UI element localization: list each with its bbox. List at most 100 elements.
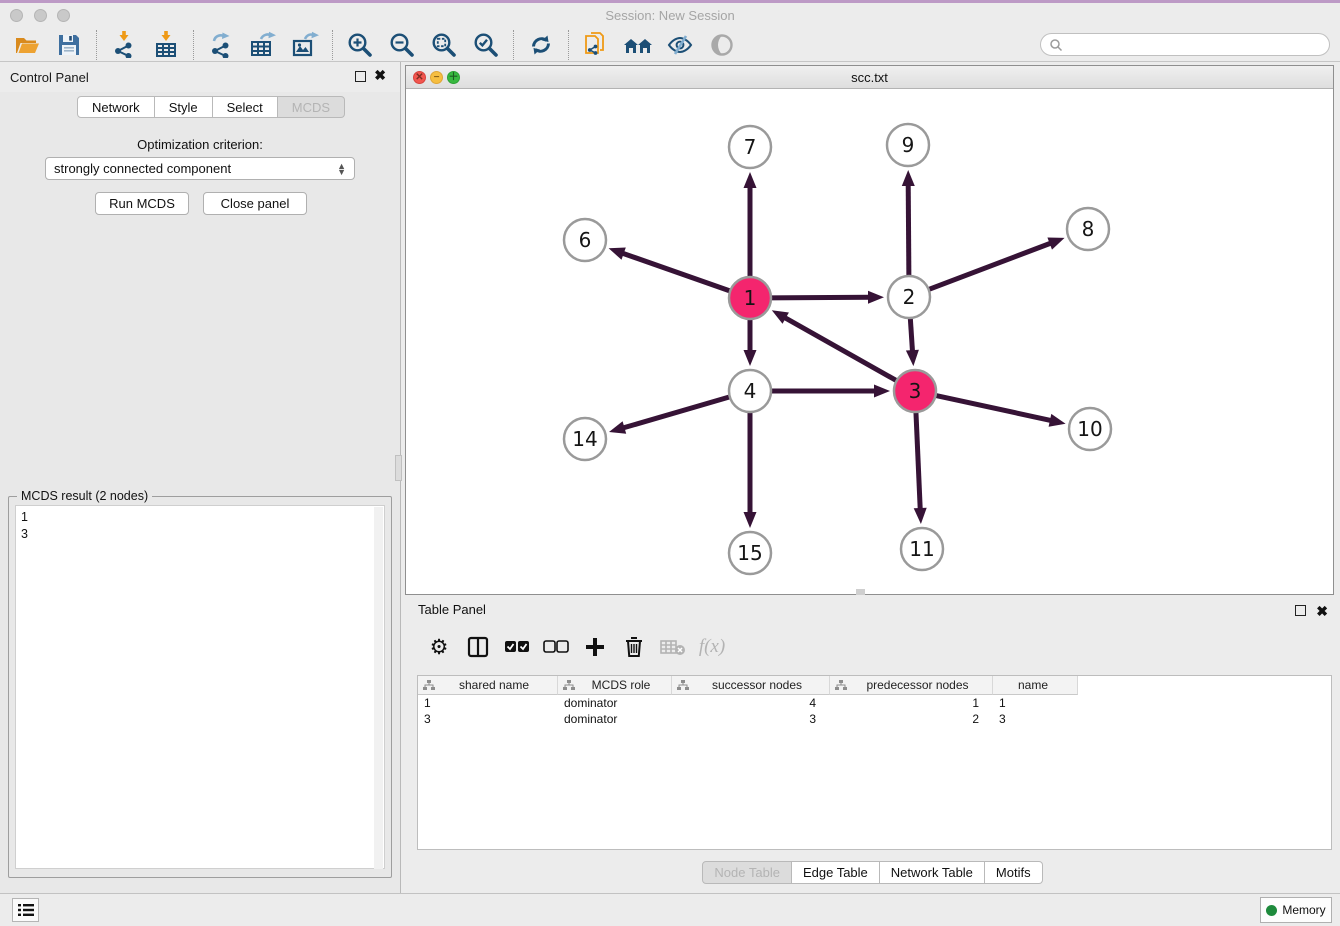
open-session-button[interactable] — [6, 29, 48, 61]
graph-node-7[interactable]: 7 — [729, 126, 771, 168]
graph-arrowhead — [609, 248, 626, 260]
close-panel-button[interactable]: Close panel — [203, 192, 307, 215]
table-row[interactable]: 1 dominator 4 1 1 — [418, 695, 1331, 711]
refresh-view-button[interactable] — [520, 29, 562, 61]
graph-node-8[interactable]: 8 — [1067, 208, 1109, 250]
export-network-button[interactable] — [200, 29, 242, 61]
unselect-all-columns-button[interactable] — [541, 632, 571, 662]
mcds-result-box[interactable]: 1 3 — [15, 505, 385, 869]
delete-table-button[interactable] — [658, 632, 688, 662]
select-stepper-icon: ▲▼ — [337, 163, 346, 175]
column-header-predecessor-nodes[interactable]: predecessor nodes — [830, 676, 993, 695]
graph-node-3[interactable]: 3 — [894, 370, 936, 412]
trash-icon — [624, 636, 644, 658]
graph-arrowhead — [744, 172, 757, 188]
control-panel-header: Control Panel ✖ — [0, 62, 400, 92]
tab-select[interactable]: Select — [213, 96, 278, 118]
hide-graphics-details-button[interactable] — [659, 29, 701, 61]
network-from-selection-button[interactable] — [575, 29, 617, 61]
graph-arrowhead — [609, 421, 626, 434]
function-builder-button[interactable]: f(x) — [697, 632, 727, 662]
panel-divider-handle[interactable] — [395, 455, 402, 481]
zoom-fit-button[interactable] — [423, 29, 465, 61]
hierarchy-icon — [835, 680, 847, 691]
column-header-shared-name[interactable]: shared name — [418, 676, 558, 695]
run-mcds-button[interactable]: Run MCDS — [95, 192, 189, 215]
app-titlebar: Session: New Session — [0, 3, 1340, 28]
graph-edge-2-9[interactable] — [908, 183, 909, 279]
export-table-icon — [249, 31, 277, 58]
session-home-button[interactable] — [617, 29, 659, 61]
tab-edge-table[interactable]: Edge Table — [792, 861, 880, 884]
graph-edge-1-6[interactable] — [621, 253, 733, 292]
show-log-button[interactable] — [12, 898, 39, 922]
table-settings-button[interactable]: ⚙ — [424, 632, 454, 662]
search-field[interactable] — [1040, 33, 1330, 56]
memory-button[interactable]: Memory — [1260, 897, 1332, 923]
graph-edge-1-2[interactable] — [768, 297, 871, 298]
graph-node-label: 3 — [909, 379, 922, 403]
graph-node-label: 1 — [744, 286, 757, 310]
import-network-button[interactable] — [103, 29, 145, 61]
export-image-icon — [291, 31, 319, 58]
graph-node-10[interactable]: 10 — [1069, 408, 1111, 450]
close-panel-icon[interactable]: ✖ — [374, 67, 386, 84]
show-columns-button[interactable] — [463, 632, 493, 662]
column-header-name[interactable]: name — [993, 676, 1078, 695]
graph-node-2[interactable]: 2 — [888, 276, 930, 318]
close-panel-icon[interactable]: ✖ — [1316, 603, 1328, 620]
column-header-mcds-role[interactable]: MCDS role — [558, 676, 672, 695]
graph-node-6[interactable]: 6 — [564, 219, 606, 261]
float-panel-icon[interactable] — [355, 70, 366, 85]
graph-node-11[interactable]: 11 — [901, 528, 943, 570]
level-of-detail-button[interactable] — [701, 29, 743, 61]
table-panel: Table Panel ✖ ⚙ f(x) shared name MCDS ro… — [405, 597, 1340, 891]
delete-column-button[interactable] — [619, 632, 649, 662]
gray-eye-icon — [709, 32, 735, 58]
column-header-successor-nodes[interactable]: successor nodes — [672, 676, 830, 695]
table-panel-window-icons: ✖ — [1295, 603, 1328, 620]
float-panel-icon[interactable] — [1295, 604, 1306, 619]
canvas-scroll-thumb[interactable] — [856, 589, 865, 595]
create-column-button[interactable] — [580, 632, 610, 662]
zoom-out-button[interactable] — [381, 29, 423, 61]
table-row[interactable]: 3 dominator 3 2 3 — [418, 711, 1331, 727]
save-session-button[interactable] — [48, 29, 90, 61]
graph-node-1[interactable]: 1 — [729, 277, 771, 319]
select-all-columns-button[interactable] — [502, 632, 532, 662]
hierarchy-icon — [677, 680, 689, 691]
export-image-button[interactable] — [284, 29, 326, 61]
columns-icon — [467, 636, 489, 658]
tab-style[interactable]: Style — [155, 96, 213, 118]
toolbar-separator — [568, 30, 569, 60]
export-table-button[interactable] — [242, 29, 284, 61]
import-table-button[interactable] — [145, 29, 187, 61]
graph-edge-3-1[interactable] — [783, 317, 899, 383]
zoom-selected-button[interactable] — [465, 29, 507, 61]
graph-arrowhead — [914, 508, 927, 524]
criterion-select[interactable]: strongly connected component ▲▼ — [45, 157, 355, 180]
search-input[interactable] — [1063, 35, 1329, 54]
graph-node-4[interactable]: 4 — [729, 370, 771, 412]
network-graph[interactable]: 1 2 3 4 6 7 8 9 10 11 14 15 — [406, 89, 1333, 594]
tab-node-table[interactable]: Node Table — [702, 861, 792, 884]
tab-network-table[interactable]: Network Table — [880, 861, 985, 884]
tab-motifs[interactable]: Motifs — [985, 861, 1043, 884]
zoom-fit-icon — [431, 32, 457, 58]
result-scrollbar[interactable] — [374, 507, 383, 869]
network-view-title: scc.txt — [406, 70, 1333, 85]
graph-edge-2-3[interactable] — [910, 315, 913, 353]
graph-edge-4-14[interactable] — [622, 396, 733, 428]
graph-edge-3-11[interactable] — [916, 409, 921, 511]
zoom-out-icon — [389, 32, 415, 58]
tab-network[interactable]: Network — [77, 96, 155, 118]
graph-edge-3-10[interactable] — [933, 395, 1053, 421]
graph-node-14[interactable]: 14 — [564, 418, 606, 460]
network-window-titlebar[interactable]: ✕ − ＋ scc.txt — [406, 66, 1333, 89]
graph-node-15[interactable]: 15 — [729, 532, 771, 574]
zoom-in-button[interactable] — [339, 29, 381, 61]
graph-edge-2-8[interactable] — [926, 243, 1053, 291]
unchecked-boxes-icon — [543, 640, 569, 654]
graph-node-9[interactable]: 9 — [887, 124, 929, 166]
tab-mcds[interactable]: MCDS — [278, 96, 345, 118]
